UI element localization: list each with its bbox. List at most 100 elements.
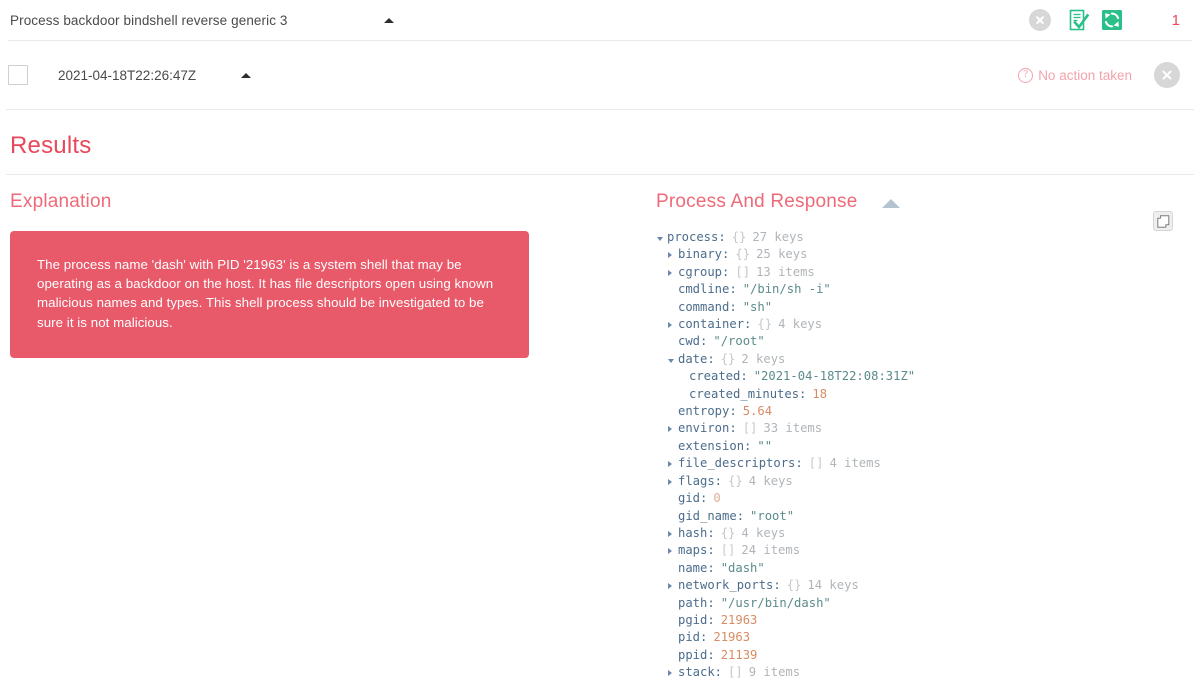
json-key: file_descriptors:	[678, 456, 803, 471]
json-tree-row: command: "sh"	[656, 299, 1200, 316]
json-tree-row: cmdline: "/bin/sh -i"	[656, 281, 1200, 298]
json-child-count: 4 keys	[778, 317, 823, 332]
json-child-count: 33 items	[763, 421, 823, 436]
json-child-count: 4 keys	[748, 473, 793, 488]
event-timestamp: 2021-04-18T22:26:47Z	[58, 67, 197, 83]
refresh-icon[interactable]	[1101, 9, 1123, 31]
alert-count-badge: 1	[1171, 11, 1180, 29]
json-type-marker: []	[742, 421, 758, 436]
json-key: created_minutes:	[689, 386, 807, 401]
json-tree-row: ppid: 21139	[656, 647, 1200, 664]
json-key: ppid:	[678, 647, 715, 662]
checklist-icon[interactable]	[1068, 9, 1090, 31]
json-key: network_ports:	[678, 578, 781, 593]
json-key: date:	[678, 351, 715, 366]
json-key: path:	[678, 595, 715, 610]
json-child-count: 27 keys	[752, 230, 804, 244]
json-tree-row: pgid: 21963	[656, 612, 1200, 629]
process-and-response-label: Process And Response	[656, 191, 858, 212]
results-body: Explanation The process name 'dash' with…	[0, 175, 1200, 682]
json-tree-row: created_minutes: 18	[656, 386, 1200, 403]
json-value: "2021-04-18T22:08:31Z"	[753, 369, 916, 384]
json-value: "/bin/sh -i"	[742, 282, 831, 297]
json-key: extension:	[678, 438, 752, 453]
close-circle-icon[interactable]	[1028, 9, 1051, 31]
json-type-marker: {}	[735, 247, 751, 262]
json-key: entropy:	[678, 404, 737, 419]
json-child-count: 24 items	[741, 543, 801, 558]
caret-up-icon[interactable]	[241, 72, 252, 78]
json-key: flags:	[678, 473, 723, 488]
json-tree-row[interactable]: date: {} 2 keys	[656, 351, 1200, 368]
json-key: pgid:	[678, 612, 715, 627]
json-value: "dash"	[720, 560, 765, 575]
json-tree-row[interactable]: stack: [] 9 items	[656, 664, 1200, 681]
json-tree-row[interactable]: cgroup: [] 13 items	[656, 264, 1200, 281]
json-tree-row: entropy: 5.64	[656, 403, 1200, 420]
json-key: process:	[667, 230, 726, 244]
explanation-heading: Explanation	[10, 191, 112, 212]
explanation-box: The process name 'dash' with PID '21963'…	[10, 231, 529, 358]
json-child-count: 4 keys	[741, 525, 786, 540]
json-value: 21139	[720, 647, 758, 662]
json-value: 21963	[720, 612, 758, 627]
json-type-marker: {}	[728, 473, 743, 488]
json-type-marker: []	[720, 543, 736, 558]
json-value: ""	[757, 438, 773, 453]
json-key: gid_name:	[678, 508, 745, 523]
json-child-count: 4 items	[829, 456, 881, 471]
json-key: stack:	[678, 665, 723, 680]
json-key: container:	[678, 317, 752, 332]
page-title: Results	[10, 132, 92, 159]
process-and-response-panel: Process And Response process:{} 27 keys bi…	[643, 175, 1200, 682]
caret-up-icon[interactable]	[383, 17, 394, 23]
close-circle-icon[interactable]	[1154, 62, 1180, 88]
json-type-marker: {}	[757, 317, 773, 332]
json-child-count: 2 keys	[741, 351, 786, 366]
json-type-marker: []	[735, 264, 751, 279]
json-tree-row[interactable]: process: {} 27 keys	[656, 229, 1200, 246]
json-tree-row[interactable]: network_ports: {} 14 keys	[656, 577, 1200, 594]
json-key: maps:	[678, 543, 715, 558]
json-type-marker: {}	[720, 525, 736, 540]
event-row: 2021-04-18T22:26:47Z ? No action taken	[0, 41, 1200, 109]
json-tree-row[interactable]: binary: {} 25 keys	[656, 246, 1200, 263]
explanation-text: The process name 'dash' with PID '21963'…	[37, 257, 494, 330]
json-tree-row[interactable]: maps: [] 24 items	[656, 542, 1200, 559]
json-tree[interactable]: process:{} 27 keys binary:{} 25 keys cgroup:…	[656, 229, 1200, 682]
json-key: hash:	[678, 525, 715, 540]
alert-title: Process backdoor bindshell reverse gener…	[10, 12, 288, 28]
event-actions: ? No action taken	[1018, 62, 1200, 88]
json-tree-row[interactable]: flags: {} 4 keys	[656, 473, 1200, 490]
json-tree-row: path: "/usr/bin/dash"	[656, 595, 1200, 612]
question-circle-icon: ?	[1018, 67, 1034, 83]
json-value: "root"	[750, 508, 795, 523]
json-key: pid:	[678, 630, 708, 645]
alert-title-bar: Process backdoor bindshell reverse gener…	[0, 0, 1200, 40]
event-select-checkbox[interactable]	[8, 65, 28, 85]
json-value: 21963	[713, 630, 751, 645]
json-value: "/usr/bin/dash"	[720, 595, 831, 610]
json-key: created:	[689, 369, 748, 384]
explanation-panel: Explanation The process name 'dash' with…	[0, 175, 643, 358]
status-badge: ? No action taken	[1018, 67, 1132, 83]
json-tree-row: pid: 21963	[656, 629, 1200, 646]
json-tree-row[interactable]: environ: [] 33 items	[656, 420, 1200, 437]
json-type-marker: {}	[731, 230, 747, 244]
json-tree-row[interactable]: file_descriptors: [] 4 items	[656, 455, 1200, 472]
copy-icon[interactable]	[1153, 211, 1173, 231]
caret-up-icon[interactable]	[881, 198, 900, 208]
json-child-count: 25 keys	[756, 247, 808, 262]
json-tree-row: gid_name: "root"	[656, 508, 1200, 525]
json-child-count: 14 keys	[807, 578, 859, 593]
json-key: name:	[678, 560, 715, 575]
json-child-count: 9 items	[748, 665, 801, 680]
json-tree-row[interactable]: container: {} 4 keys	[656, 316, 1200, 333]
json-type-marker: []	[808, 456, 824, 471]
json-type-marker: {}	[786, 578, 802, 593]
json-key: cwd:	[678, 334, 708, 349]
json-tree-row: created: "2021-04-18T22:08:31Z"	[656, 368, 1200, 385]
json-value: 0	[713, 491, 721, 506]
json-tree-row[interactable]: hash: {} 4 keys	[656, 525, 1200, 542]
json-tree-row: cwd: "/root"	[656, 333, 1200, 350]
